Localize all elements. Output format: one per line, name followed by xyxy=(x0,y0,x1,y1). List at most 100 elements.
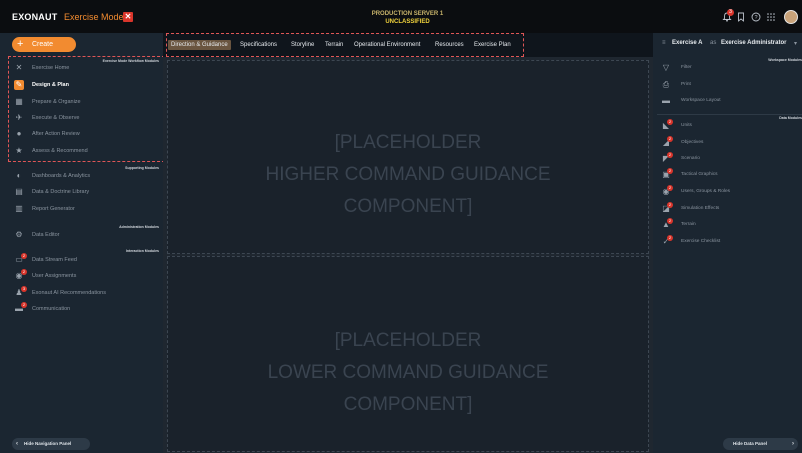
rp-label: Scenario xyxy=(681,156,700,161)
create-button[interactable]: + Create xyxy=(12,37,76,52)
pencil-icon: ✎ xyxy=(14,80,24,90)
item-badge: 2 xyxy=(667,218,673,224)
rp-item-users-groups-roles[interactable]: ◉ 2 Users, Groups & Roles xyxy=(661,185,801,199)
rp-label: Workspace Layout xyxy=(681,98,721,103)
role-selector[interactable]: Exercise Administrator xyxy=(721,40,786,46)
nav-item-dashboards[interactable]: ◐ Dashboards & Analytics xyxy=(14,169,159,183)
star-icon: ★ xyxy=(15,146,23,155)
calendar-icon: ▦ xyxy=(15,97,23,106)
rp-label: Tactical Graphics xyxy=(681,172,718,177)
nav-label: Data Stream Feed xyxy=(32,257,77,263)
apps-grid-icon[interactable] xyxy=(766,12,776,22)
rp-label: Terrain xyxy=(681,222,696,227)
rp-item-simulation-effects[interactable]: ◪ 2 Simulation Effects xyxy=(661,202,801,216)
bookmark-icon[interactable] xyxy=(736,12,746,22)
nav-label: Execute & Observe xyxy=(32,115,80,121)
rp-label: Users, Groups & Roles xyxy=(681,189,731,194)
nav-label: Exonaut AI Recommendations xyxy=(32,290,106,296)
divider xyxy=(657,114,802,115)
as-separator: as xyxy=(710,40,717,46)
rp-item-units[interactable]: ◣ 2 Units xyxy=(661,119,801,133)
item-badge: 2 xyxy=(667,235,673,241)
nav-label: After Action Review xyxy=(32,131,80,137)
right-data-panel: ≡ Exercise A as Exercise Administrator ▾… xyxy=(653,33,802,453)
nav-item-report-generator[interactable]: ▥ Report Generator xyxy=(14,202,159,216)
nav-label: Design & Plan xyxy=(32,82,69,88)
nav-label: Exercise Home xyxy=(32,65,70,71)
rp-label: Units xyxy=(681,123,692,128)
rp-item-tactical-graphics[interactable]: ▣ 2 Tactical Graphics xyxy=(661,168,801,182)
tab-direction-guidance[interactable]: Direction & Guidance xyxy=(168,40,231,50)
nav-item-assess-recommend[interactable]: ★ Assess & Recommend xyxy=(14,144,159,158)
hide-data-label: Hide Data Panel xyxy=(733,441,768,446)
nav-label: Dashboards & Analytics xyxy=(32,173,91,179)
item-badge: 2 xyxy=(21,253,27,259)
rp-item-filter[interactable]: ▽ Filter xyxy=(661,61,801,75)
nav-item-prepare-organize[interactable]: ▦ Prepare & Organize xyxy=(14,95,159,109)
chevron-left-icon: ‹ xyxy=(16,441,18,447)
menu-icon[interactable]: ≡ xyxy=(662,40,666,46)
tab-operational-environment[interactable]: Operational Environment xyxy=(354,40,420,50)
hide-navigation-panel-button[interactable]: ‹ Hide Navigation Panel xyxy=(12,438,90,450)
exercise-selector[interactable]: Exercise A xyxy=(672,40,702,46)
server-name: PRODUCTION SERVER 1 xyxy=(371,11,444,17)
item-badge: 2 xyxy=(667,136,673,142)
nav-item-ai-recommendations[interactable]: ♟ 3 Exonaut AI Recommendations xyxy=(14,286,159,300)
rp-item-print[interactable]: ⎙ Print xyxy=(661,78,801,92)
layout-icon: ▬ xyxy=(662,96,670,105)
nav-item-user-assignments[interactable]: ◉ 2 User Assignments xyxy=(14,269,159,283)
exit-mode-button[interactable]: ✕ xyxy=(123,12,133,22)
item-badge: 2 xyxy=(667,152,673,158)
app-brand: EXONAUT xyxy=(12,12,58,22)
main-content: [PLACEHOLDER HIGHER COMMAND GUIDANCE COM… xyxy=(163,57,653,453)
placeholder-line: LOWER COMMAND GUIDANCE xyxy=(267,362,549,383)
tab-bar: Direction & Guidance Specifications Stor… xyxy=(163,33,653,57)
item-badge: 2 xyxy=(21,269,27,275)
item-badge: 3 xyxy=(21,286,27,292)
nav-item-design-plan[interactable]: ✎ Design & Plan xyxy=(14,78,159,92)
tab-exercise-plan[interactable]: Exercise Plan xyxy=(474,40,511,50)
item-badge: 2 xyxy=(667,119,673,125)
rp-item-objectives[interactable]: ◢ 2 Objectives xyxy=(661,136,801,150)
nav-item-library[interactable]: ▤ Data & Doctrine Library xyxy=(14,185,159,199)
plus-icon: + xyxy=(17,38,24,50)
item-badge: 2 xyxy=(21,302,27,308)
nav-item-exercise-home[interactable]: ✕ Exercise Home xyxy=(14,61,159,75)
higher-command-guidance-placeholder: [PLACEHOLDER HIGHER COMMAND GUIDANCE COM… xyxy=(167,60,649,254)
tab-specifications[interactable]: Specifications xyxy=(240,40,277,50)
rp-label: Objectives xyxy=(681,140,704,145)
nav-label: Data & Doctrine Library xyxy=(32,189,90,195)
help-icon[interactable]: ? xyxy=(751,12,761,22)
nav-item-communication[interactable]: ▬ 2 Communication xyxy=(14,302,159,316)
nav-label: Data Editor xyxy=(32,232,60,238)
filter-icon: ▽ xyxy=(662,63,670,72)
nav-item-execute-observe[interactable]: ✈ Execute & Observe xyxy=(14,111,159,125)
notification-badge: 3 xyxy=(727,9,734,16)
rp-label: Simulation Effects xyxy=(681,206,720,211)
rp-item-exercise-checklist[interactable]: ✓ 2 Exercise Checklist xyxy=(661,235,801,249)
classification-banner: UNCLASSIFIED xyxy=(385,19,430,25)
rp-label: Exercise Checklist xyxy=(681,239,721,244)
nav-item-data-stream[interactable]: ▭ 2 Data Stream Feed xyxy=(14,253,159,267)
create-label: Create xyxy=(32,41,54,48)
nav-label: Prepare & Organize xyxy=(32,99,81,105)
hide-data-panel-button[interactable]: Hide Data Panel › xyxy=(723,438,798,450)
nav-item-data-editor[interactable]: ⚙ Data Editor xyxy=(14,228,159,242)
user-avatar[interactable] xyxy=(784,10,798,24)
hide-nav-label: Hide Navigation Panel xyxy=(24,441,72,446)
tab-resources[interactable]: Resources xyxy=(435,40,464,50)
tab-terrain[interactable]: Terrain xyxy=(325,40,343,50)
print-icon: ⎙ xyxy=(662,80,670,89)
nav-item-after-action-review[interactable]: ● After Action Review xyxy=(14,127,159,141)
top-bar: EXONAUT Exercise Mode ✕ PRODUCTION SERVE… xyxy=(0,0,802,33)
chevron-down-icon[interactable]: ▾ xyxy=(794,40,797,47)
nav-label: Communication xyxy=(32,306,71,312)
lower-command-guidance-placeholder: [PLACEHOLDER LOWER COMMAND GUIDANCE COMP… xyxy=(167,256,649,452)
gear-icon: ⚙ xyxy=(15,230,23,239)
rp-item-terrain[interactable]: ▲ 2 Terrain xyxy=(661,218,801,232)
rp-label: Filter xyxy=(681,65,692,70)
mode-label: Exercise Mode xyxy=(64,12,124,22)
rp-item-workspace-layout[interactable]: ▬ Workspace Layout xyxy=(661,94,801,108)
rp-item-scenario[interactable]: ◤ 2 Scenario xyxy=(661,152,801,166)
tab-storyline[interactable]: Storyline xyxy=(291,40,314,50)
